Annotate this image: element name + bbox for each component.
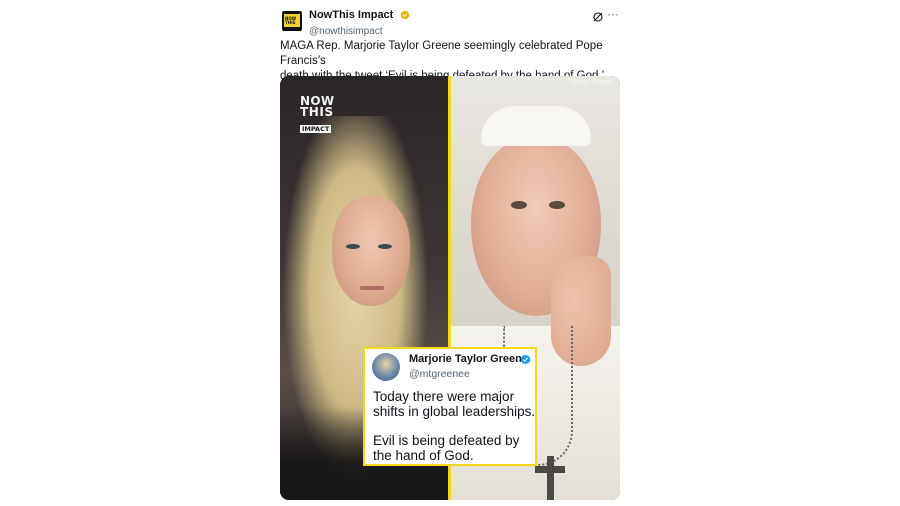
tweet-card[interactable]: NOW THIS NowThis Impact @nowthisimpact ··… [278,0,624,506]
verified-gold-icon [400,10,410,20]
author-avatar[interactable]: NOW THIS [282,11,302,31]
embedded-handle: @mtgreenee [409,368,470,380]
author-handle[interactable]: @nowthisimpact [309,26,410,37]
right-photo-cap [481,106,591,146]
verified-blue-icon [520,354,531,365]
more-icon[interactable]: ··· [607,8,619,20]
author-display-name[interactable]: NowThis Impact [309,9,393,21]
tweet-text-line-1: MAGA Rep. Marjorie Taylor Greene seeming… [280,40,603,67]
embedded-tweet-screenshot: Marjorie Taylor Green @mtgreenee Today t… [363,347,537,466]
right-photo-eye [511,201,527,209]
avatar-logo-text: NOW THIS [285,16,297,25]
embedded-text-line-3: Evil is being defeated by [373,433,520,448]
embedded-text-line-2: shifts in global leaderships. [373,404,536,419]
tweet-media-image[interactable]: NOW THIS IMPACT Getty Images Marjorie Ta… [280,76,620,500]
left-photo-eye [378,244,392,249]
tweet-header: NOW THIS NowThis Impact @nowthisimpact ··… [278,4,624,37]
photo-credit: Getty Images [572,79,614,86]
grok-icon[interactable] [592,11,604,23]
embedded-text-line-4: the hand of God. [373,448,474,463]
right-photo-eye [549,201,565,209]
pectoral-cross-icon [535,456,565,500]
left-photo-eye [346,244,360,249]
embedded-display-name: Marjorie Taylor Green [409,353,522,365]
embedded-text-line-1: Today there were major [373,389,515,404]
author-names: NowThis Impact @nowthisimpact [309,6,410,37]
embedded-avatar [372,353,400,381]
left-photo-mouth [360,286,384,290]
nowthis-impact-logo: NOW THIS IMPACT [300,94,335,133]
